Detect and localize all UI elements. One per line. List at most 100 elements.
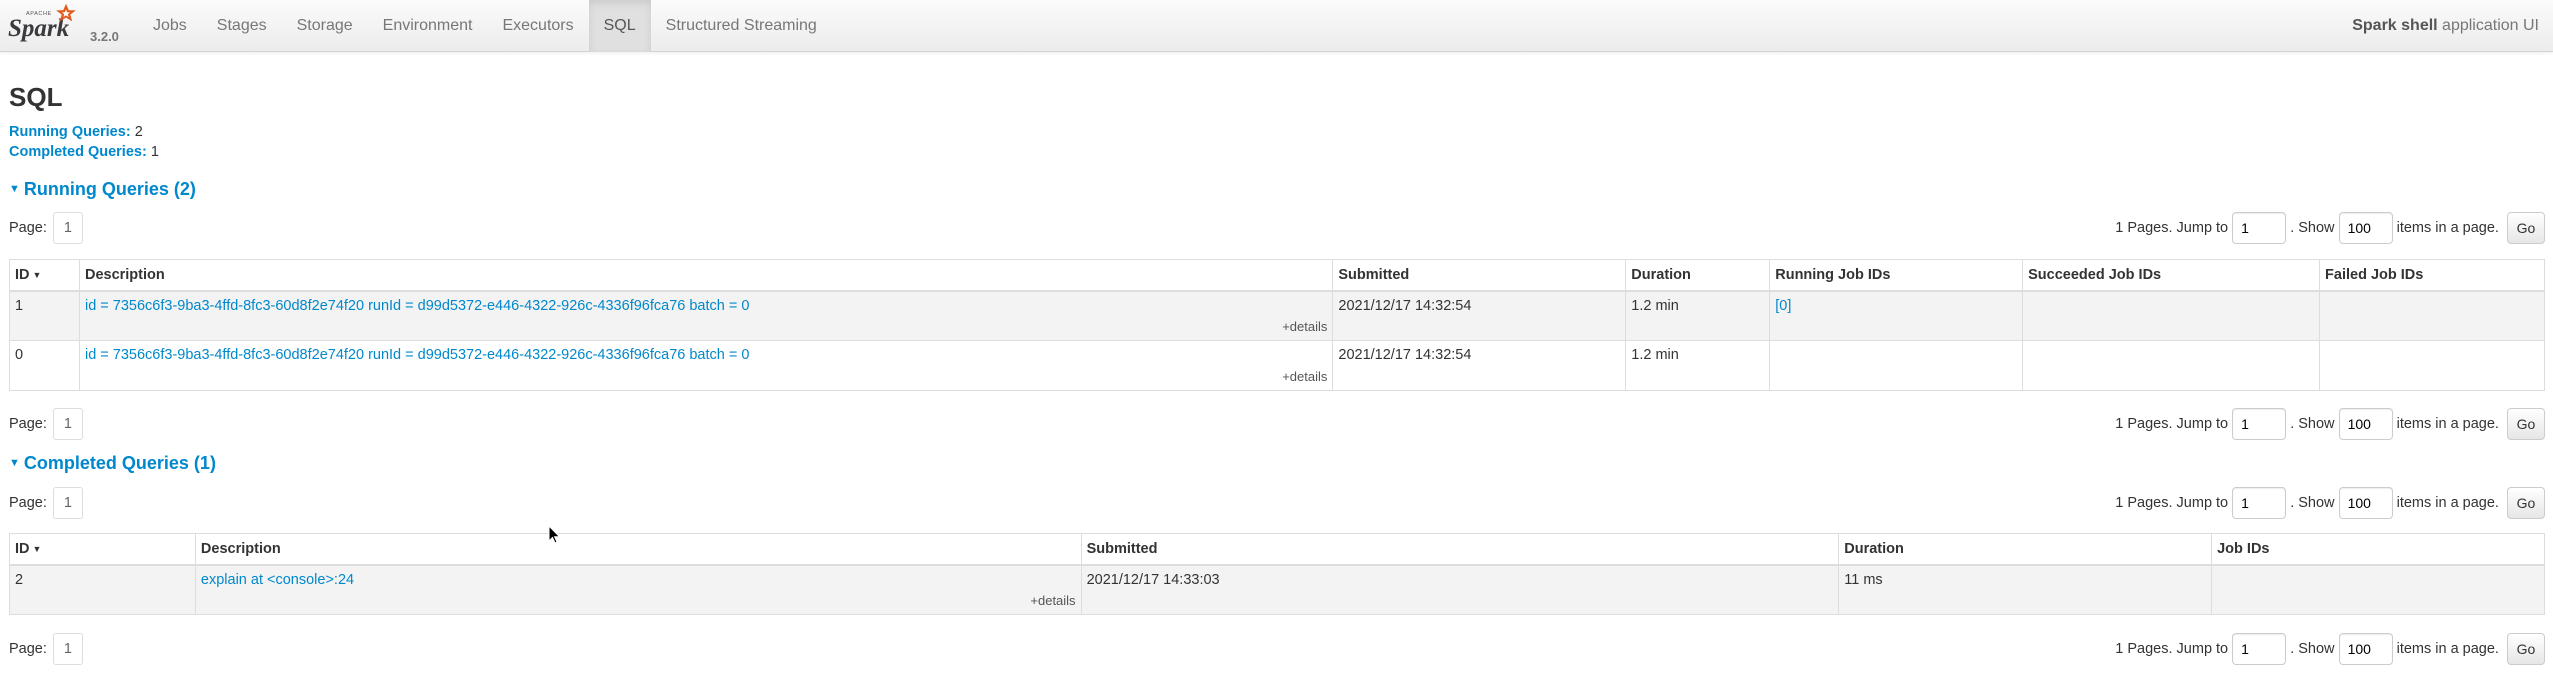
- go-button[interactable]: Go: [2507, 408, 2545, 441]
- page-size-input[interactable]: [2338, 212, 2393, 245]
- pages-jump-text: 1 Pages. Jump to: [2115, 641, 2229, 657]
- tab-storage[interactable]: Storage: [282, 0, 368, 52]
- completed-queries-link[interactable]: Completed Queries:: [9, 144, 147, 160]
- description-link[interactable]: id = 7356c6f3-9ba3-4ffd-8fc3-60d8f2e74f2…: [85, 347, 749, 363]
- description-link[interactable]: explain at <console>:24: [201, 572, 354, 588]
- jump-to-page-input[interactable]: [2232, 408, 2287, 441]
- table-header-row: ID ▼ Description Submitted Duration Runni…: [9, 259, 2545, 292]
- cell-id: 1: [9, 290, 80, 341]
- completed-queries-table: ID ▼ Description Submitted Duration Job I…: [9, 533, 2545, 615]
- page-size-input[interactable]: [2338, 633, 2393, 666]
- completed-pager-controls-top: 1 Pages. Jump to . Show items in a page.…: [2115, 486, 2545, 520]
- column-header-duration[interactable]: Duration: [1838, 533, 2213, 566]
- details-toggle[interactable]: +details: [1030, 593, 1075, 608]
- tab-structured-streaming[interactable]: Structured Streaming: [651, 0, 832, 52]
- tab-jobs[interactable]: Jobs: [138, 0, 202, 52]
- cell-description: id = 7356c6f3-9ba3-4ffd-8fc3-60d8f2e74f2…: [78, 340, 1334, 391]
- column-header-running-job-ids[interactable]: Running Job IDs: [1769, 259, 2024, 292]
- cell-succeeded-job-ids: [2022, 340, 2321, 391]
- collapse-arrow-icon: ▼: [9, 457, 20, 469]
- page-label: Page:: [9, 495, 47, 511]
- show-text: . Show: [2290, 220, 2335, 236]
- details-toggle[interactable]: +details: [1282, 319, 1327, 334]
- column-header-job-ids[interactable]: Job IDs: [2211, 533, 2545, 566]
- page-label: Page:: [9, 220, 47, 236]
- spark-version: 3.2.0: [90, 29, 119, 44]
- collapse-arrow-icon: ▼: [9, 183, 20, 195]
- mouse-cursor-icon: [548, 525, 561, 544]
- column-header-duration[interactable]: Duration: [1625, 259, 1771, 292]
- jump-to-page-input[interactable]: [2232, 633, 2287, 666]
- completed-pager-bottom: Page: 1: [9, 632, 83, 666]
- description-link[interactable]: id = 7356c6f3-9ba3-4ffd-8fc3-60d8f2e74f2…: [85, 298, 749, 314]
- cell-submitted: 2021/12/17 14:32:54: [1332, 290, 1627, 341]
- column-header-description[interactable]: Description: [78, 259, 1334, 292]
- column-header-id[interactable]: ID ▼: [9, 259, 80, 292]
- pages-jump-text: 1 Pages. Jump to: [2115, 416, 2229, 432]
- tab-executors[interactable]: Executors: [487, 0, 588, 52]
- application-name: Spark shell application UI: [2352, 0, 2539, 52]
- cell-id: 2: [9, 564, 196, 615]
- running-queries-link[interactable]: Running Queries:: [9, 124, 131, 140]
- tab-sql[interactable]: SQL: [588, 0, 651, 52]
- cell-id: 0: [9, 340, 80, 391]
- table-row: 1 id = 7356c6f3-9ba3-4ffd-8fc3-60d8f2e74…: [9, 290, 2545, 341]
- running-job-link[interactable]: [0]: [1775, 298, 1791, 314]
- table-row: 0 id = 7356c6f3-9ba3-4ffd-8fc3-60d8f2e74…: [9, 340, 2545, 391]
- running-pager-controls-top: 1 Pages. Jump to . Show items in a page.…: [2115, 211, 2545, 245]
- app-name-suffix: application UI: [2437, 17, 2539, 34]
- show-text: . Show: [2290, 495, 2335, 511]
- cell-failed-job-ids: [2319, 340, 2545, 391]
- sort-desc-icon: ▼: [32, 543, 42, 554]
- completed-queries-summary: Completed Queries: 1: [9, 144, 159, 160]
- page-number-button[interactable]: 1: [52, 487, 83, 520]
- page-number-button[interactable]: 1: [52, 633, 83, 666]
- jump-to-page-input[interactable]: [2232, 212, 2287, 245]
- page-size-input[interactable]: [2338, 408, 2393, 441]
- cell-running-job-ids: [1769, 340, 2024, 391]
- spark-logo[interactable]: APACHE Spark 3.2.0: [6, 2, 124, 48]
- app-name-bold: Spark shell: [2352, 17, 2438, 34]
- cell-description: id = 7356c6f3-9ba3-4ffd-8fc3-60d8f2e74f2…: [78, 290, 1334, 341]
- go-button[interactable]: Go: [2507, 633, 2545, 666]
- column-header-id[interactable]: ID ▼: [9, 533, 196, 566]
- cell-duration: 1.2 min: [1625, 290, 1771, 341]
- table-header-row: ID ▼ Description Submitted Duration Job I…: [9, 533, 2545, 566]
- go-button[interactable]: Go: [2507, 487, 2545, 520]
- page-size-input[interactable]: [2338, 487, 2393, 520]
- running-pager-controls-bottom: 1 Pages. Jump to . Show items in a page.…: [2115, 407, 2545, 441]
- page-label: Page:: [9, 641, 47, 657]
- cell-job-ids: [2211, 564, 2545, 615]
- running-queries-toggle[interactable]: ▼ Running Queries (2): [9, 178, 196, 200]
- pages-jump-text: 1 Pages. Jump to: [2115, 220, 2229, 236]
- page-number-button[interactable]: 1: [52, 408, 83, 441]
- column-header-submitted[interactable]: Submitted: [1080, 533, 1840, 566]
- cell-running-job-ids: [0]: [1769, 290, 2024, 341]
- cell-duration: 11 ms: [1838, 564, 2213, 615]
- cell-description: explain at <console>:24 +details: [194, 564, 1082, 615]
- cell-failed-job-ids: [2319, 290, 2545, 341]
- running-queries-table: ID ▼ Description Submitted Duration Runni…: [9, 259, 2545, 391]
- completed-pager-top: Page: 1: [9, 486, 83, 520]
- page-title: SQL: [9, 82, 63, 112]
- sort-desc-icon: ▼: [32, 269, 42, 280]
- completed-queries-toggle[interactable]: ▼ Completed Queries (1): [9, 452, 216, 474]
- show-text: . Show: [2290, 641, 2335, 657]
- column-header-failed-job-ids[interactable]: Failed Job IDs: [2319, 259, 2545, 292]
- running-pager-bottom: Page: 1: [9, 407, 83, 441]
- cell-submitted: 2021/12/17 14:32:54: [1332, 340, 1627, 391]
- jump-to-page-input[interactable]: [2232, 487, 2287, 520]
- cell-duration: 1.2 min: [1625, 340, 1771, 391]
- top-navbar: APACHE Spark 3.2.0 Jobs Stages Storage E…: [0, 0, 2553, 52]
- running-queries-title: Running Queries (2): [23, 179, 196, 199]
- pages-jump-text: 1 Pages. Jump to: [2115, 495, 2229, 511]
- page-number-button[interactable]: 1: [52, 212, 83, 245]
- details-toggle[interactable]: +details: [1282, 369, 1327, 384]
- cell-succeeded-job-ids: [2022, 290, 2321, 341]
- tab-environment[interactable]: Environment: [368, 0, 488, 52]
- tab-stages[interactable]: Stages: [202, 0, 282, 52]
- column-header-submitted[interactable]: Submitted: [1332, 259, 1627, 292]
- column-header-description[interactable]: Description: [194, 533, 1082, 566]
- column-header-succeeded-job-ids[interactable]: Succeeded Job IDs: [2022, 259, 2321, 292]
- go-button[interactable]: Go: [2507, 212, 2545, 245]
